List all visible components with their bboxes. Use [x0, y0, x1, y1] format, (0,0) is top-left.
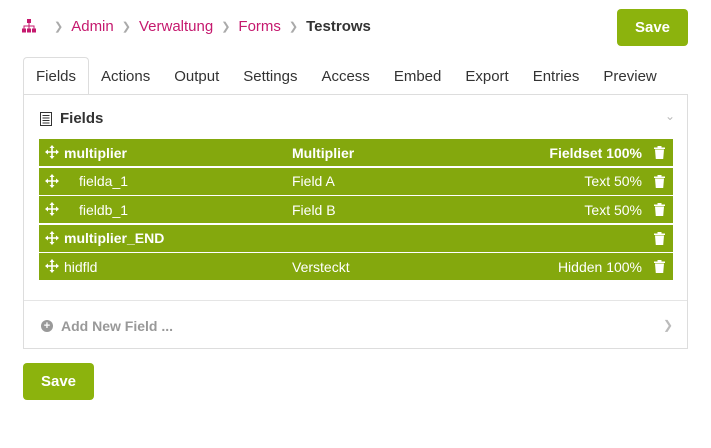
- field-label: Field A: [292, 173, 335, 190]
- field-label: Versteckt: [292, 258, 350, 275]
- tab-bar: Fields Actions Output Settings Access Em…: [23, 57, 669, 95]
- field-name: multiplier_END: [64, 230, 165, 247]
- breadcrumb-admin[interactable]: Admin: [71, 18, 114, 35]
- chevron-right-icon[interactable]: ❯: [663, 318, 673, 332]
- field-type: Hidden 100%: [557, 258, 642, 275]
- field-name: fielda_1: [79, 173, 129, 190]
- trash-icon[interactable]: [654, 231, 665, 245]
- field-list: multiplier Multiplier Fieldset 100% fiel…: [39, 139, 673, 282]
- field-row-hidfld[interactable]: hidfld Versteckt Hidden 100%: [39, 253, 673, 281]
- chevron-right-icon: ❯: [54, 20, 64, 33]
- move-icon[interactable]: [45, 259, 59, 274]
- field-name: hidfld: [64, 258, 98, 275]
- chevron-right-icon: ❯: [221, 20, 231, 33]
- field-row-multiplier[interactable]: multiplier Multiplier Fieldset 100%: [39, 139, 673, 166]
- move-icon[interactable]: [45, 173, 59, 188]
- field-name: multiplier: [64, 144, 128, 161]
- tab-entries[interactable]: Entries: [521, 57, 592, 95]
- tab-fields[interactable]: Fields: [23, 57, 90, 95]
- document-icon: [40, 111, 52, 126]
- add-new-field-button[interactable]: + Add New Field ...: [41, 318, 173, 334]
- save-button-top[interactable]: Save: [617, 9, 688, 46]
- trash-icon[interactable]: [654, 146, 665, 159]
- field-name: fieldb_1: [79, 201, 129, 218]
- trash-icon[interactable]: [654, 260, 665, 274]
- divider: [24, 300, 687, 301]
- tab-embed[interactable]: Embed: [382, 57, 454, 95]
- tab-export[interactable]: Export: [453, 57, 520, 95]
- field-type: Text 50%: [584, 173, 642, 190]
- tab-actions[interactable]: Actions: [89, 57, 162, 95]
- trash-icon[interactable]: [654, 174, 665, 188]
- breadcrumb: ❯ Admin ❯ Verwaltung ❯ Forms ❯ Testrows: [22, 17, 371, 35]
- breadcrumb-verwaltung[interactable]: Verwaltung: [139, 18, 213, 35]
- tab-settings[interactable]: Settings: [231, 57, 309, 95]
- field-label: Multiplier: [292, 144, 355, 161]
- move-icon[interactable]: [45, 202, 59, 217]
- plus-circle-icon: +: [41, 320, 53, 332]
- breadcrumb-current: Testrows: [306, 17, 371, 35]
- tab-preview[interactable]: Preview: [591, 57, 668, 95]
- tab-output[interactable]: Output: [162, 57, 231, 95]
- field-label: Field B: [292, 201, 336, 218]
- field-row-fieldb[interactable]: fieldb_1 Field B Text 50%: [39, 196, 673, 224]
- chevron-right-icon: ❯: [121, 20, 131, 33]
- chevron-right-icon: ❯: [288, 20, 299, 33]
- tab-access[interactable]: Access: [309, 57, 381, 95]
- trash-icon[interactable]: [654, 203, 665, 217]
- move-icon[interactable]: [45, 145, 59, 159]
- field-row-multiplier-end[interactable]: multiplier_END: [39, 224, 673, 252]
- field-type: Fieldset 100%: [549, 144, 642, 161]
- field-type: Text 50%: [584, 201, 642, 218]
- chevron-down-icon[interactable]: ⌄: [665, 109, 675, 123]
- sitemap-icon[interactable]: [22, 19, 36, 33]
- fields-panel: Fields ⌄ multiplier Multiplier Fieldset …: [23, 94, 688, 349]
- move-icon[interactable]: [45, 230, 59, 245]
- field-row-fielda[interactable]: fielda_1 Field A Text 50%: [39, 167, 673, 195]
- panel-title: Fields: [60, 110, 104, 127]
- panel-header[interactable]: Fields: [40, 110, 103, 127]
- add-field-label: Add New Field ...: [61, 318, 174, 334]
- breadcrumb-forms[interactable]: Forms: [238, 18, 281, 35]
- save-button-bottom[interactable]: Save: [23, 363, 94, 400]
